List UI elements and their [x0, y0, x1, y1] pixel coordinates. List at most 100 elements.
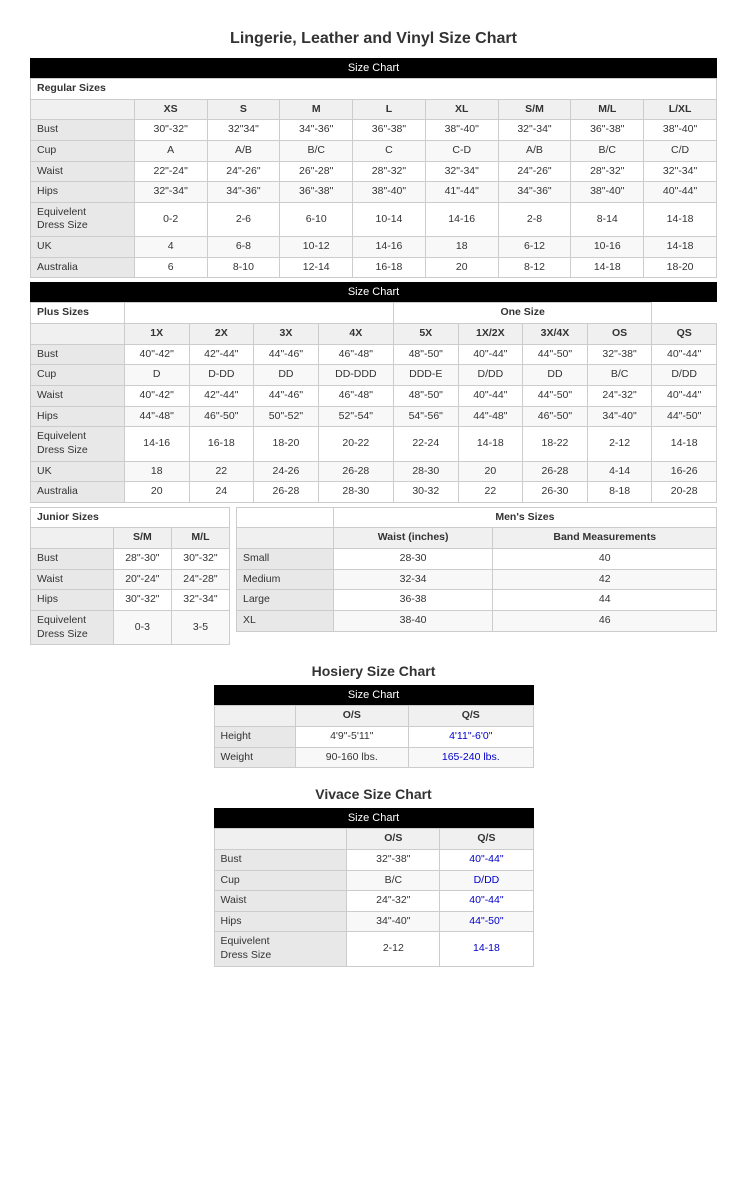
regular-row-label: Equivelent Dress Size	[31, 202, 135, 236]
plus-row-label: UK	[31, 461, 125, 482]
plus-cell: 26-28	[318, 461, 393, 482]
mens-size-cell: Small	[237, 549, 334, 570]
plus-cell: 18-22	[523, 427, 588, 461]
plus-cell: 46"-50"	[189, 406, 254, 427]
vivace-row-label: Waist	[214, 891, 347, 912]
regular-cell: 14-18	[644, 202, 717, 236]
plus-row-label: Bust	[31, 344, 125, 365]
plus-cell: 46"-50"	[523, 406, 588, 427]
regular-cell: A	[134, 140, 207, 161]
plus-cell: 46"-48"	[318, 385, 393, 406]
regular-row-label: Cup	[31, 140, 135, 161]
regular-cell: C	[353, 140, 426, 161]
plus-cell: 32"-38"	[587, 344, 652, 365]
regular-cell: B/C	[571, 140, 644, 161]
regular-row-label: Australia	[31, 257, 135, 278]
plus-cell: 40"-42"	[124, 385, 189, 406]
regular-cell: 10-14	[353, 202, 426, 236]
plus-cell: 20	[124, 482, 189, 503]
plus-cell: 44"-48"	[458, 406, 523, 427]
hosiery-row-label: Height	[214, 726, 295, 747]
regular-col-lxl: L/XL	[644, 99, 717, 120]
mens-waist-cell: 28-30	[333, 549, 493, 570]
regular-cell: 4	[134, 237, 207, 258]
plus-cell: 44"-46"	[254, 385, 319, 406]
plus-cell: 16-18	[189, 427, 254, 461]
vivace-cell: 2-12	[347, 932, 440, 966]
junior-row-label: Hips	[31, 590, 114, 611]
plus-col-5x: 5X	[393, 324, 458, 345]
regular-cell: 36"-38"	[571, 120, 644, 141]
plus-cell: 18	[124, 461, 189, 482]
plus-col-os: OS	[587, 324, 652, 345]
mens-band-cell: 42	[493, 569, 717, 590]
plus-cell: 46"-48"	[318, 344, 393, 365]
vivace-row-label: Hips	[214, 911, 347, 932]
regular-cell: 12-14	[280, 257, 353, 278]
regular-cell: 24"-26"	[207, 161, 280, 182]
plus-cell: 40"-44"	[458, 344, 523, 365]
regular-cell: 18-20	[644, 257, 717, 278]
plus-cell: D-DD	[189, 365, 254, 386]
vivace-cell: 44"-50"	[440, 911, 533, 932]
plus-cell: 14-16	[124, 427, 189, 461]
mens-waist-cell: 36-38	[333, 590, 493, 611]
mens-waist-col: Waist (inches)	[333, 528, 493, 549]
regular-cell: 8-10	[207, 257, 280, 278]
mens-table: Men's Sizes Waist (inches) Band Measurem…	[236, 507, 717, 632]
junior-cell: 30"-32"	[113, 590, 171, 611]
plus-cell: 14-18	[652, 427, 717, 461]
regular-cell: 30"-32"	[134, 120, 207, 141]
plus-size-chart-label: Size Chart	[30, 282, 717, 302]
plus-cell: 42"-44"	[189, 344, 254, 365]
vivace-row-label: Equivelent Dress Size	[214, 932, 347, 966]
regular-cell: 32"-34"	[644, 161, 717, 182]
hosiery-row-label: Weight	[214, 747, 295, 768]
plus-cell: 48"-50"	[393, 385, 458, 406]
plus-col-label	[31, 324, 125, 345]
hosiery-chart-label: Size Chart	[214, 685, 534, 705]
plus-sizes-table: Plus Sizes One Size 1X 2X 3X 4X 5X 1X/2X…	[30, 302, 717, 502]
plus-col-1x2x: 1X/2X	[458, 324, 523, 345]
regular-col-label	[31, 99, 135, 120]
plus-cell: DD	[523, 365, 588, 386]
plus-sizes-wrapper: Size Chart Plus Sizes One Size 1X 2X 3X …	[30, 282, 717, 502]
junior-row-label: Equivelent Dress Size	[31, 611, 114, 645]
plus-cell: 44"-50"	[523, 344, 588, 365]
regular-col-sm: S/M	[498, 99, 571, 120]
plus-cell: 20-22	[318, 427, 393, 461]
regular-cell: 14-18	[644, 237, 717, 258]
regular-col-m: M	[280, 99, 353, 120]
junior-row-label: Waist	[31, 569, 114, 590]
plus-cell: D	[124, 365, 189, 386]
vivace-col-os: O/S	[347, 829, 440, 850]
junior-col-ml: M/L	[171, 528, 229, 549]
regular-cell: 32"-34"	[498, 120, 571, 141]
regular-section-label: Regular Sizes	[31, 79, 717, 100]
regular-cell: 32"34"	[207, 120, 280, 141]
regular-cell: 22"-24"	[134, 161, 207, 182]
plus-cell: 50"-52"	[254, 406, 319, 427]
regular-row-label: Hips	[31, 182, 135, 203]
mens-wrapper: Men's Sizes Waist (inches) Band Measurem…	[236, 507, 717, 645]
regular-cell: 10-16	[571, 237, 644, 258]
hosiery-title: Hosiery Size Chart	[30, 663, 717, 679]
regular-cell: 34"-36"	[280, 120, 353, 141]
regular-cell: 28"-32"	[353, 161, 426, 182]
vivace-cell: 34"-40"	[347, 911, 440, 932]
plus-cell: 26-30	[523, 482, 588, 503]
hosiery-cell: 165-240 lbs.	[409, 747, 533, 768]
regular-cell: 0-2	[134, 202, 207, 236]
regular-size-chart-label: Size Chart	[30, 58, 717, 78]
vivace-table: O/S Q/S Bust32"-38"40"-44"CupB/CD/DDWais…	[214, 828, 534, 966]
mens-size-cell: XL	[237, 611, 334, 632]
vivace-chart-label: Size Chart	[214, 808, 534, 828]
plus-cell: DD	[254, 365, 319, 386]
regular-cell: 24"-26"	[498, 161, 571, 182]
plus-cell: 22	[458, 482, 523, 503]
plus-col-qs: QS	[652, 324, 717, 345]
plus-cell: 40"-44"	[458, 385, 523, 406]
hosiery-wrapper: Size Chart O/S Q/S Height4'9"-5'11"4'11"…	[30, 685, 717, 768]
plus-cell: B/C	[587, 365, 652, 386]
regular-sizes-table: Regular Sizes XS S M L XL S/M M/L L/XL B…	[30, 78, 717, 278]
